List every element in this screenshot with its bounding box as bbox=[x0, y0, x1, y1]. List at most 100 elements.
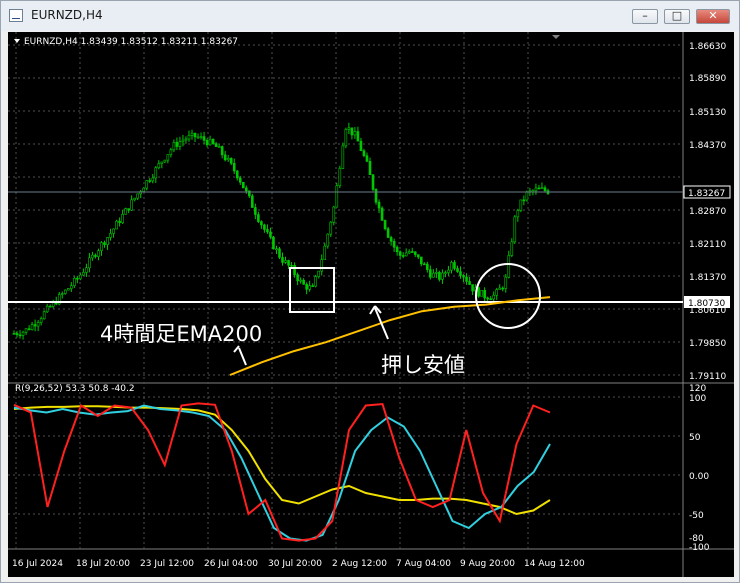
svg-text:23 Jul 12:00: 23 Jul 12:00 bbox=[140, 559, 194, 569]
candle-body bbox=[368, 161, 372, 176]
candle-body bbox=[127, 208, 130, 211]
candle-body bbox=[543, 187, 547, 191]
svg-text:100: 100 bbox=[689, 394, 706, 404]
candle-body bbox=[112, 228, 115, 234]
candle-body bbox=[311, 285, 314, 287]
candle-body bbox=[79, 274, 82, 280]
pullback-arrow bbox=[374, 307, 389, 340]
candle-body bbox=[251, 195, 254, 208]
candle-body bbox=[537, 187, 541, 190]
chart-window-icon bbox=[9, 9, 23, 22]
ema200-annotation: 4時間足EMA200 bbox=[100, 322, 263, 346]
candle-body bbox=[290, 264, 293, 267]
candle-body bbox=[63, 289, 67, 294]
candle-body bbox=[410, 251, 414, 253]
candle-body bbox=[208, 138, 212, 146]
candle-body bbox=[100, 242, 103, 251]
candle-body bbox=[91, 254, 94, 259]
candle-body bbox=[347, 127, 351, 130]
candle-body bbox=[419, 256, 423, 265]
candle-body bbox=[426, 263, 429, 270]
candle-body bbox=[320, 259, 324, 272]
price-chart-area[interactable]: EURNZD,H4 1.83439 1.83512 1.83211 1.8326… bbox=[8, 32, 734, 577]
candle-body bbox=[196, 136, 200, 139]
svg-text:14 Aug 12:00: 14 Aug 12:00 bbox=[524, 559, 585, 569]
grid-lines bbox=[8, 32, 681, 549]
minimize-button[interactable]: – bbox=[632, 9, 658, 24]
candle-body bbox=[510, 241, 514, 256]
candle-body bbox=[302, 279, 305, 285]
candle-body bbox=[281, 257, 284, 263]
candle-body bbox=[199, 136, 203, 138]
candle-body bbox=[88, 257, 91, 269]
candle-body bbox=[36, 322, 40, 327]
candle-body bbox=[501, 287, 505, 290]
candle-body bbox=[534, 187, 538, 192]
candle-body bbox=[444, 272, 447, 274]
svg-text:1.85890: 1.85890 bbox=[689, 74, 726, 84]
svg-text:0.00: 0.00 bbox=[689, 472, 709, 482]
candle-body bbox=[438, 272, 441, 280]
candle-body bbox=[97, 250, 100, 257]
candle-body bbox=[323, 245, 327, 260]
candle-body bbox=[187, 135, 191, 140]
candle-body bbox=[344, 129, 348, 147]
candle-body bbox=[477, 287, 480, 297]
candle-body bbox=[329, 221, 333, 235]
candle-body bbox=[314, 276, 317, 287]
candle-body bbox=[175, 142, 179, 147]
candle-body bbox=[447, 269, 450, 273]
price-axis: 1.86630 1.85890 1.85130 1.84370 1.82870 … bbox=[689, 42, 726, 382]
candle-body bbox=[504, 276, 508, 289]
chart-window: EURNZD,H4 – □ ✕ EURNZD,H4 1.83439 1.8351… bbox=[0, 0, 740, 583]
candle-body bbox=[407, 251, 411, 254]
chart-canvas[interactable]: EURNZD,H4 1.83439 1.83512 1.83211 1.8326… bbox=[8, 32, 734, 577]
candle-body bbox=[238, 177, 242, 183]
candle-body bbox=[278, 248, 281, 258]
candle-body bbox=[103, 242, 106, 245]
candle-body bbox=[284, 260, 287, 263]
candle-body bbox=[317, 270, 321, 277]
svg-text:120: 120 bbox=[689, 384, 706, 394]
candle-body bbox=[326, 233, 330, 247]
svg-text:18 Jul 20:00: 18 Jul 20:00 bbox=[76, 559, 130, 569]
candle-body bbox=[480, 290, 483, 297]
candle-body bbox=[462, 275, 465, 278]
svg-text:1.86630: 1.86630 bbox=[689, 42, 726, 52]
candle-body bbox=[489, 298, 492, 301]
candle-body bbox=[380, 207, 384, 221]
candle-body bbox=[293, 265, 296, 275]
pullback-low-annotation: 押し安値 bbox=[381, 353, 465, 377]
shift-marker[interactable] bbox=[552, 35, 560, 39]
candle-body bbox=[190, 132, 194, 136]
candle-body bbox=[33, 324, 37, 327]
candle-body bbox=[377, 201, 381, 209]
candle-body bbox=[272, 236, 275, 250]
candle-body bbox=[453, 262, 456, 269]
candle-body bbox=[202, 136, 206, 141]
svg-text:30 Jul 20:00: 30 Jul 20:00 bbox=[268, 559, 322, 569]
candle-body bbox=[413, 251, 417, 255]
candle-body bbox=[435, 272, 438, 274]
candle-body bbox=[365, 155, 369, 162]
candle-body bbox=[42, 311, 46, 320]
candle-body bbox=[522, 199, 526, 202]
candle-body bbox=[205, 139, 209, 146]
candle-body bbox=[169, 149, 173, 155]
level-price-label: 1.80730 bbox=[688, 299, 725, 309]
candle-body bbox=[76, 277, 79, 280]
candle-body bbox=[513, 216, 517, 243]
candle-body bbox=[254, 207, 257, 215]
candle-body bbox=[241, 181, 245, 189]
candle-body bbox=[492, 294, 495, 300]
candle-body bbox=[115, 220, 118, 230]
close-button[interactable]: ✕ bbox=[696, 9, 730, 24]
indicator-label: R(9,26,52) 53.3 50.8 -40.2 bbox=[15, 384, 135, 394]
candle-body bbox=[389, 237, 393, 242]
title-bar[interactable]: EURNZD,H4 – □ ✕ bbox=[1, 1, 739, 31]
candle-body bbox=[362, 150, 366, 156]
candle-body bbox=[30, 324, 34, 330]
candle-body bbox=[305, 284, 308, 290]
maximize-button[interactable]: □ bbox=[664, 9, 690, 24]
candle-body bbox=[172, 142, 176, 151]
